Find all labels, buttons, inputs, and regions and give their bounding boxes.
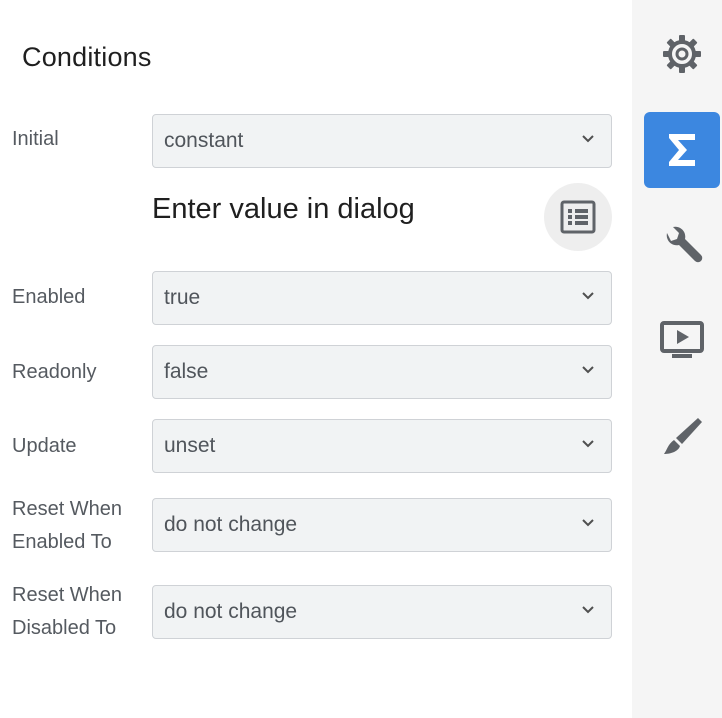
chevron-down-icon <box>582 606 594 614</box>
chevron-down-icon <box>582 440 594 448</box>
readonly-select-value: false <box>164 360 209 383</box>
initial-label: Initial <box>12 128 59 150</box>
readonly-select[interactable]: false <box>152 345 612 399</box>
chevron-down-icon <box>582 292 594 300</box>
enabled-select-value: true <box>164 286 201 309</box>
reset-enabled-label-line1: Reset When <box>12 498 123 520</box>
chevron-down-icon <box>582 366 594 374</box>
reset-enabled-select-value: do not change <box>164 513 298 536</box>
chevron-down-icon <box>582 135 594 143</box>
panel-title: Conditions <box>22 42 152 72</box>
brush-icon <box>664 418 702 454</box>
enabled-select[interactable]: true <box>152 271 612 325</box>
dialog-prompt: Enter value in dialog <box>152 193 415 225</box>
play-screen-icon <box>660 321 704 358</box>
update-label: Update <box>12 435 77 457</box>
conditions-panel: Conditions Initial constant Enter value … <box>0 0 632 718</box>
update-select[interactable]: unset <box>152 419 612 473</box>
wrench-icon <box>666 226 703 263</box>
sidebar-item-conditions[interactable] <box>644 112 720 188</box>
readonly-label: Readonly <box>12 361 97 383</box>
sidebar-item-settings[interactable] <box>644 16 720 92</box>
sigma-icon <box>669 134 695 166</box>
update-select-value: unset <box>164 434 216 457</box>
reset-disabled-label: Reset When Disabled To <box>12 579 122 645</box>
reset-enabled-select[interactable]: do not change <box>152 498 612 552</box>
sidebar-item-style[interactable] <box>644 398 720 474</box>
reset-disabled-select[interactable]: do not change <box>152 585 612 639</box>
reset-disabled-label-line1: Reset When <box>12 584 123 606</box>
sidebar-item-preview[interactable] <box>644 302 720 378</box>
reset-disabled-label-line2: Disabled To <box>12 617 117 639</box>
initial-select[interactable]: constant <box>152 114 612 168</box>
enabled-label: Enabled <box>12 286 86 308</box>
list-icon <box>560 200 596 234</box>
reset-enabled-label-line2: Enabled To <box>12 531 112 553</box>
right-sidebar <box>632 0 722 718</box>
gear-icon <box>663 35 701 73</box>
reset-enabled-label: Reset When Enabled To <box>12 493 122 559</box>
chevron-down-icon <box>582 519 594 527</box>
sidebar-item-tools[interactable] <box>644 208 720 284</box>
open-dialog-button[interactable] <box>544 183 612 251</box>
initial-select-value: constant <box>164 129 244 152</box>
reset-disabled-select-value: do not change <box>164 600 298 623</box>
